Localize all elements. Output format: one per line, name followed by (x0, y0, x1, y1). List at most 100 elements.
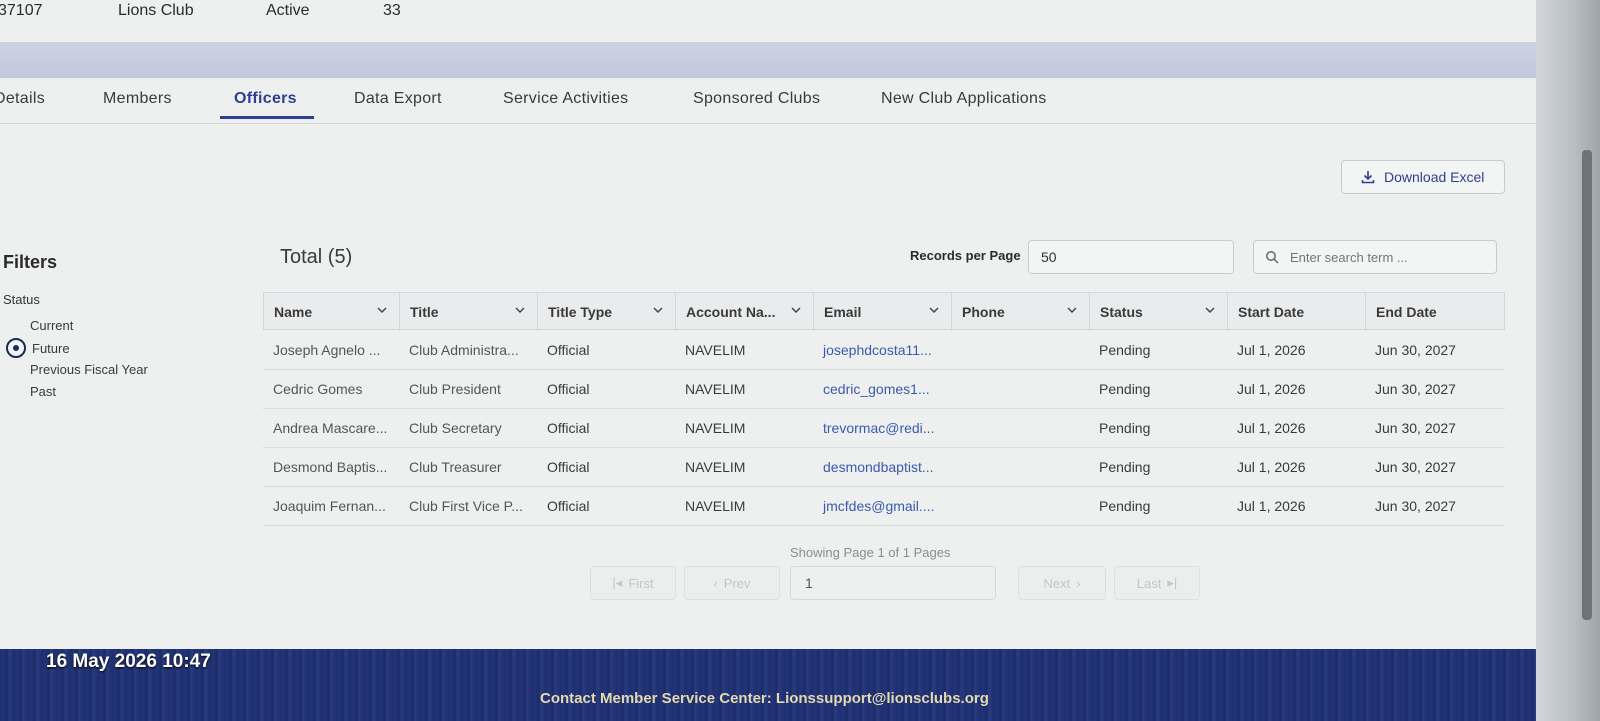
cell-title-type: Official (547, 342, 590, 358)
contact-member-service-center[interactable]: Contact Member Service Center: Lionssupp… (540, 690, 989, 707)
status-option-current[interactable]: Current (30, 318, 73, 333)
search-icon (1266, 251, 1279, 264)
chevron-down-icon[interactable] (651, 303, 665, 317)
cell-email[interactable]: josephdcosta11... (813, 331, 949, 370)
tab-new-club-applications[interactable]: New Club Applications (881, 90, 1047, 108)
cell-email[interactable]: trevormac@redi... (813, 409, 949, 448)
cell-account-name: NAVELIM (685, 420, 746, 436)
cell-title-type: Official (547, 459, 590, 475)
prev-page-button[interactable]: ‹ Prev (684, 566, 780, 600)
club-type: Lions Club (118, 2, 194, 19)
header-band (0, 42, 1536, 78)
status-option-label: Current (30, 318, 74, 333)
cell-email[interactable]: desmondbaptist... (813, 448, 949, 487)
last-page-icon: ▸| (1167, 575, 1178, 590)
chevron-down-icon[interactable] (789, 303, 803, 317)
table-row: Joaquim Fernan... Club First Vice P... Off… (263, 487, 1505, 526)
status-filter-label: Status (3, 292, 40, 307)
cell-name: Cedric Gomes (273, 381, 363, 397)
column-header-email[interactable]: Email (814, 293, 952, 331)
table-header: Name Title Title Type Account Na... Emai… (263, 292, 1505, 331)
pagination-info: Showing Page 1 of 1 Pages (790, 545, 951, 560)
column-header-account-name[interactable]: Account Na... (676, 293, 814, 331)
tab-service-activities[interactable]: Service Activities (503, 90, 628, 108)
cell-title-type: Official (547, 498, 590, 514)
status-option-label: Previous Fiscal Year (30, 362, 148, 377)
cell-account-name: NAVELIM (685, 498, 746, 514)
download-excel-button[interactable]: Download Excel (1341, 160, 1505, 194)
cell-email[interactable]: jmcfdes@gmail.... (813, 487, 949, 526)
column-header-title[interactable]: Title (400, 293, 538, 331)
tab-members[interactable]: Members (103, 90, 172, 108)
cell-title: Club First Vice P... (409, 498, 523, 514)
cell-title: Club Secretary (409, 420, 502, 436)
screen: 37107 Lions Club Active 33 Details Membe… (0, 0, 1536, 721)
chevron-left-icon: ‹ (713, 575, 718, 591)
cell-end-date: Jun 30, 2027 (1375, 459, 1456, 475)
download-excel-label: Download Excel (1384, 169, 1485, 185)
last-page-button[interactable]: Last ▸| (1114, 566, 1200, 600)
cell-end-date: Jun 30, 2027 (1375, 498, 1456, 514)
cell-title-type: Official (547, 381, 590, 397)
status-option-future[interactable]: Future (6, 338, 70, 358)
club-status: Active (266, 2, 310, 19)
column-header-title-type[interactable]: Title Type (538, 293, 676, 331)
page-number-field[interactable]: 1 (790, 566, 996, 600)
chevron-down-icon[interactable] (1203, 303, 1217, 317)
cell-end-date: Jun 30, 2027 (1375, 342, 1456, 358)
cell-name: Desmond Baptis... (273, 459, 388, 475)
cell-phone (951, 370, 1087, 409)
tab-data-export[interactable]: Data Export (354, 90, 442, 108)
cell-start-date: Jul 1, 2026 (1237, 342, 1306, 358)
table-row: Joseph Agnelo ... Club Administra... Offic… (263, 331, 1505, 370)
total-count: Total (5) (280, 246, 353, 268)
cell-account-name: NAVELIM (685, 342, 746, 358)
chevron-down-icon[interactable] (513, 303, 527, 317)
column-header-end-date[interactable]: End Date (1366, 293, 1504, 331)
first-page-button[interactable]: |◂ First (590, 566, 676, 600)
chevron-down-icon[interactable] (1065, 303, 1079, 317)
cell-title: Club Administra... (409, 342, 519, 358)
tab-officers[interactable]: Officers (234, 90, 297, 108)
radio-selected-icon[interactable] (6, 338, 26, 358)
cell-start-date: Jul 1, 2026 (1237, 459, 1306, 475)
next-page-label: Next (1043, 575, 1071, 591)
status-option-past[interactable]: Past (30, 384, 56, 399)
footer-bar (0, 649, 1536, 721)
cell-name: Joaquim Fernan... (273, 498, 386, 514)
photo-timestamp: 16 May 2026 10:47 (46, 651, 211, 672)
table-row: Desmond Baptis... Club Treasurer Official N… (263, 448, 1505, 487)
tab-details[interactable]: Details (0, 90, 45, 108)
cell-email[interactable]: cedric_gomes1... (813, 370, 949, 409)
cell-name: Andrea Mascare... (273, 420, 388, 436)
records-per-page-input[interactable]: 50 (1028, 240, 1234, 274)
cell-status: Pending (1099, 459, 1151, 475)
cell-phone (951, 331, 1087, 370)
column-header-name[interactable]: Name (264, 293, 400, 331)
cell-status: Pending (1099, 381, 1151, 397)
table-row: Andrea Mascare... Club Secretary Official N… (263, 409, 1505, 448)
chevron-down-icon[interactable] (375, 303, 389, 317)
cell-start-date: Jul 1, 2026 (1237, 498, 1306, 514)
chevron-right-icon: › (1076, 575, 1081, 591)
cell-phone (951, 448, 1087, 487)
tab-sponsored-clubs[interactable]: Sponsored Clubs (693, 90, 820, 108)
chevron-down-icon[interactable] (927, 303, 941, 317)
search-input[interactable] (1253, 240, 1497, 274)
first-page-icon: |◂ (612, 575, 623, 590)
status-option-label: Future (32, 340, 70, 356)
status-option-previous-fiscal-year[interactable]: Previous Fiscal Year (30, 362, 148, 377)
club-number: 37107 (0, 2, 43, 19)
column-header-phone[interactable]: Phone (952, 293, 1090, 331)
filters-title: Filters (3, 252, 58, 272)
first-page-label: First (628, 575, 654, 591)
scrollbar-thumb[interactable] (1582, 150, 1592, 620)
next-page-button[interactable]: Next › (1018, 566, 1106, 600)
column-header-start-date[interactable]: Start Date (1228, 293, 1366, 331)
cell-end-date: Jun 30, 2027 (1375, 420, 1456, 436)
status-option-label: Past (30, 384, 57, 399)
cell-status: Pending (1099, 420, 1151, 436)
cell-status: Pending (1099, 498, 1151, 514)
column-header-status[interactable]: Status (1090, 293, 1228, 331)
cell-start-date: Jul 1, 2026 (1237, 420, 1306, 436)
